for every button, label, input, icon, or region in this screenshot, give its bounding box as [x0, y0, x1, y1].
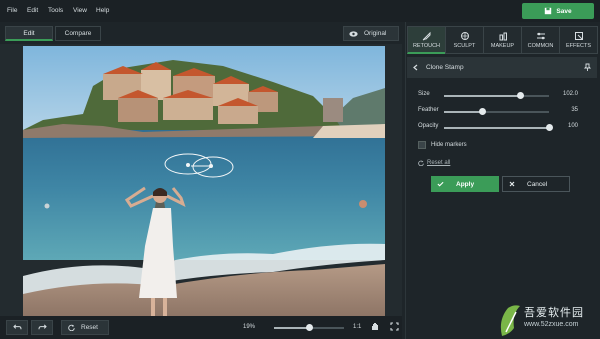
slider-feather[interactable]: Feather 35	[418, 107, 578, 117]
tab-makeup[interactable]: MAKEUP	[483, 26, 522, 54]
slider-size-value: 102.0	[562, 91, 578, 97]
brush-icon	[422, 31, 430, 40]
cancel-label: Cancel	[527, 180, 548, 188]
tab-sculpt-label: SCULPT	[453, 43, 476, 49]
actual-size-button[interactable]: 1:1	[353, 324, 361, 330]
tab-compare[interactable]: Compare	[55, 26, 101, 41]
tab-makeup-label: MAKEUP	[490, 43, 515, 49]
makeup-icon	[499, 32, 507, 41]
slider-opacity-value: 100	[567, 123, 578, 129]
slider-feather-value: 35	[571, 107, 578, 113]
eye-icon	[349, 30, 358, 37]
reset-button[interactable]: Reset	[61, 320, 109, 335]
slider-size-label: Size	[418, 91, 430, 97]
hide-markers-option[interactable]: Hide markers	[418, 141, 467, 149]
slider-knob[interactable]	[546, 124, 553, 131]
reset-all-label: Reset all	[427, 160, 451, 166]
hide-markers-label: Hide markers	[431, 142, 467, 148]
reset-icon	[68, 324, 75, 331]
menu-tools[interactable]: Tools	[48, 7, 63, 14]
save-button[interactable]: Save	[522, 3, 594, 19]
slider-opacity-label: Opacity	[418, 123, 439, 129]
slider-fill	[444, 95, 520, 97]
menu-edit[interactable]: Edit	[27, 7, 38, 14]
zoom-slider-knob[interactable]	[306, 324, 313, 331]
tab-edit[interactable]: Edit	[5, 26, 53, 41]
fit-screen-icon[interactable]	[390, 322, 399, 333]
effects-icon	[574, 32, 583, 40]
undo-button[interactable]	[6, 320, 28, 335]
reset-icon	[418, 160, 424, 166]
cancel-button[interactable]: Cancel	[502, 176, 570, 192]
tab-retouch[interactable]: RETOUCH	[407, 26, 446, 54]
apply-button[interactable]: Apply	[431, 176, 499, 192]
save-label: Save	[556, 7, 572, 15]
tool-title: Clone Stamp	[426, 64, 464, 71]
sliders-icon	[536, 32, 545, 40]
slider-opacity[interactable]: Opacity 100	[418, 123, 578, 133]
photo-canvas[interactable]	[23, 46, 385, 316]
check-icon	[437, 181, 444, 187]
tool-header: Clone Stamp	[407, 57, 597, 78]
back-chevron-icon[interactable]	[413, 64, 418, 71]
original-label: Original	[364, 30, 387, 37]
redo-button[interactable]	[31, 320, 53, 335]
floppy-icon	[545, 7, 552, 15]
menu-view[interactable]: View	[73, 7, 87, 14]
apply-label: Apply	[456, 180, 475, 188]
close-icon	[509, 181, 515, 187]
slider-fill	[444, 127, 549, 129]
photo-image	[23, 46, 385, 316]
slider-knob[interactable]	[478, 108, 486, 115]
reset-label: Reset	[81, 324, 98, 331]
tab-retouch-label: RETOUCH	[412, 42, 441, 49]
slider-feather-label: Feather	[418, 107, 439, 113]
tab-effects[interactable]: EFFECTS	[559, 26, 598, 54]
tab-common[interactable]: COMMON	[521, 26, 560, 54]
watermark-text: 吾爱软件园	[524, 307, 584, 319]
tool-tabs: RETOUCH SCULPT MAKEUP COMMON EFFECTS	[407, 26, 598, 54]
original-button[interactable]: Original	[343, 26, 399, 41]
slider-fill	[444, 111, 482, 113]
menu-file[interactable]: File	[7, 7, 17, 14]
slider-feather-track[interactable]	[444, 108, 549, 115]
tab-sculpt[interactable]: SCULPT	[445, 26, 484, 54]
undo-icon	[12, 324, 22, 330]
slider-knob[interactable]	[516, 92, 524, 99]
watermark-url: www.52zxue.com	[524, 321, 579, 328]
slider-size[interactable]: Size 102.0	[418, 91, 578, 101]
slider-opacity-track[interactable]	[444, 124, 553, 131]
tab-effects-label: EFFECTS	[565, 43, 592, 49]
pin-icon[interactable]	[583, 63, 592, 73]
menu-help[interactable]: Help	[96, 7, 109, 14]
menu-bar: File Edit Tools View Help	[0, 0, 600, 22]
sculpt-icon	[460, 32, 469, 40]
zoom-percent: 19%	[243, 324, 256, 330]
reset-all-link[interactable]: Reset all	[418, 160, 450, 166]
slider-size-track[interactable]	[444, 92, 549, 99]
hide-markers-checkbox[interactable]	[418, 141, 426, 149]
zoom-slider-fill	[274, 327, 309, 329]
redo-icon	[37, 324, 47, 330]
tab-common-label: COMMON	[527, 43, 554, 49]
zoom-slider[interactable]	[274, 324, 344, 331]
hand-tool-icon[interactable]	[371, 322, 379, 333]
